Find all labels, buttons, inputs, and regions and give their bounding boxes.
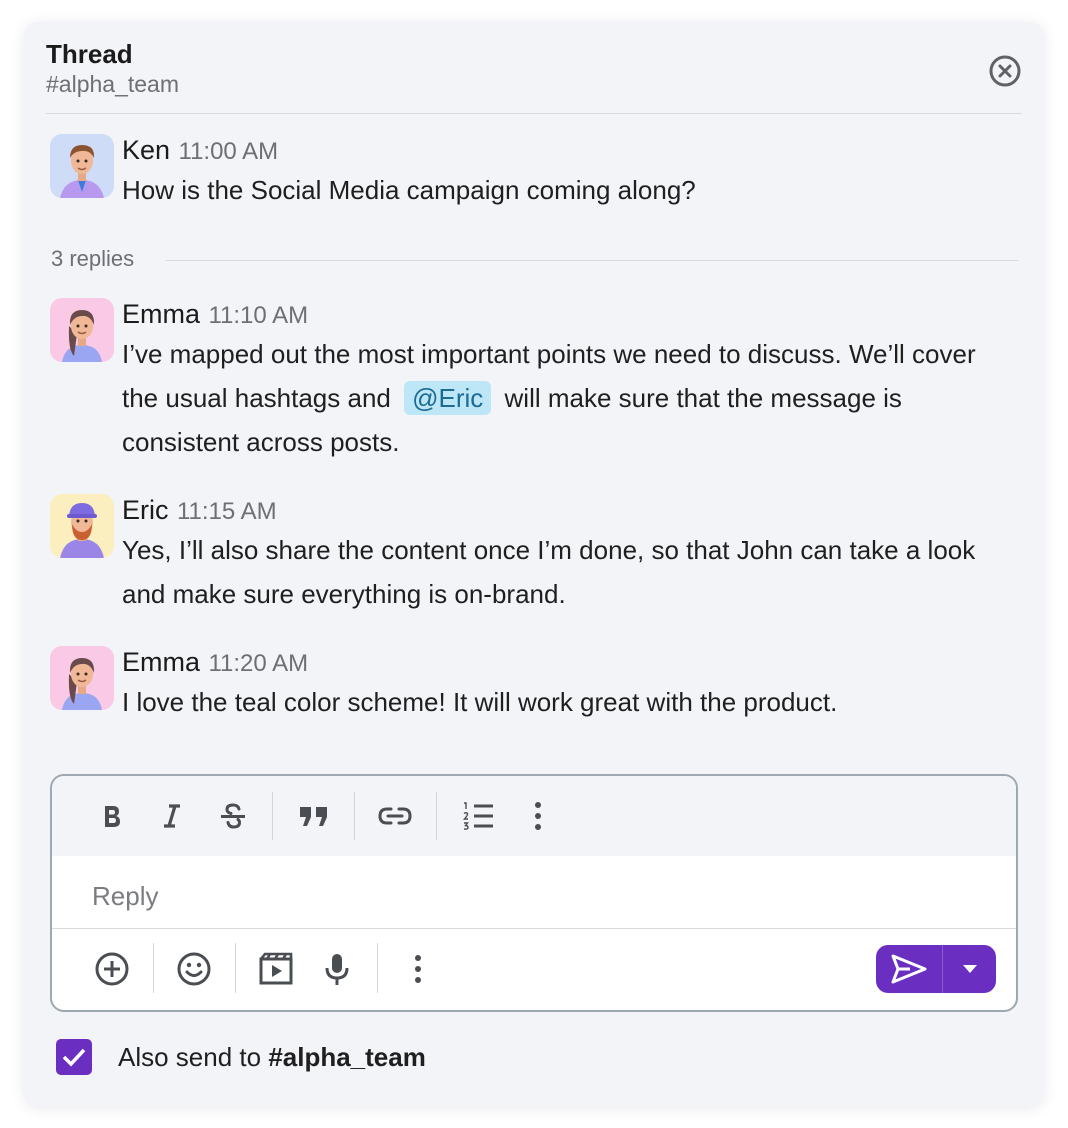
avatar-emma[interactable]	[50, 298, 114, 362]
video-clip-button[interactable]	[254, 947, 298, 991]
send-options-button[interactable]	[943, 945, 996, 993]
quote-icon	[300, 807, 327, 826]
author-name[interactable]: Emma	[122, 299, 200, 329]
close-button[interactable]	[988, 54, 1022, 88]
checkmark-icon	[62, 1048, 86, 1067]
voice-record-button[interactable]	[315, 947, 359, 991]
send-button[interactable]	[876, 945, 942, 993]
chevron-down-icon	[962, 965, 977, 973]
formatting-toolbar	[52, 776, 1016, 856]
avatar-eric[interactable]	[50, 494, 114, 558]
toolbar-separator	[354, 792, 355, 840]
parent-message: Ken 11:00 AM How is the Social Media cam…	[50, 134, 1010, 214]
message-text: How is the Social Media campaign coming …	[122, 175, 696, 205]
also-send-option: Also send to #alpha_team	[56, 1038, 426, 1076]
quote-button[interactable]	[292, 794, 336, 838]
thread-header: Thread #alpha_team	[46, 38, 1022, 114]
strikethrough-icon	[221, 803, 245, 829]
author-name[interactable]: Emma	[122, 647, 200, 677]
close-circle-icon	[989, 55, 1021, 87]
avatar-emma-image	[62, 310, 102, 362]
toolbar-separator	[272, 792, 273, 840]
avatar-emma[interactable]	[50, 646, 114, 710]
avatar-ken[interactable]	[50, 134, 114, 198]
reply-message: Emma 11:20 AM I love the teal color sche…	[50, 646, 1010, 728]
reply-message: Emma 11:10 AM I’ve mapped out the most i…	[50, 298, 1010, 468]
more-vertical-icon	[535, 802, 541, 830]
more-vertical-icon	[415, 955, 421, 983]
toolbar-separator	[235, 943, 236, 993]
also-send-label: Also send to #alpha_team	[118, 1042, 426, 1073]
message-text: Yes, I’ll also share the content once I’…	[122, 535, 976, 609]
send-button-group	[876, 945, 996, 993]
replies-divider: 3 replies	[51, 244, 1018, 274]
microphone-icon	[325, 954, 349, 985]
message-time: 11:10 AM	[208, 302, 309, 329]
author-name[interactable]: Ken	[122, 135, 170, 165]
replies-count: 3 replies	[51, 246, 135, 271]
bold-icon	[105, 806, 120, 827]
avatar-ken-image	[60, 145, 104, 198]
send-icon	[891, 954, 927, 984]
reply-message: Eric 11:15 AM Yes, I’ll also share the c…	[50, 494, 1010, 620]
message-time: 11:20 AM	[208, 650, 309, 677]
reply-composer	[50, 774, 1018, 1012]
numbered-list-icon	[462, 802, 493, 830]
thread-title: Thread	[46, 39, 133, 69]
bold-button[interactable]	[90, 794, 134, 838]
message-time: 11:00 AM	[178, 138, 279, 165]
italic-button[interactable]	[150, 794, 194, 838]
numbered-list-button[interactable]	[456, 794, 500, 838]
strikethrough-button[interactable]	[211, 794, 255, 838]
also-send-checkbox[interactable]	[56, 1039, 92, 1075]
emoji-button[interactable]	[172, 947, 216, 991]
avatar-emma-image	[62, 658, 102, 710]
message-text: I love the teal color scheme! It will wo…	[122, 687, 838, 717]
message-time: 11:15 AM	[176, 498, 277, 525]
toolbar-separator	[436, 792, 437, 840]
toolbar-separator	[377, 943, 378, 993]
avatar-eric-image	[60, 503, 104, 558]
more-formatting-button[interactable]	[516, 794, 560, 838]
author-name[interactable]: Eric	[122, 495, 169, 525]
divider-line	[166, 260, 1018, 261]
link-button[interactable]	[373, 794, 417, 838]
thread-channel: #alpha_team	[46, 71, 179, 97]
also-send-channel: #alpha_team	[268, 1041, 426, 1072]
link-icon	[378, 807, 412, 825]
add-attachment-button[interactable]	[90, 947, 134, 991]
add-circle-icon	[95, 952, 129, 986]
message-text: I’ve mapped out the most important point…	[122, 332, 1010, 464]
thread-panel: Thread #alpha_team Ken 11:00 AM How is t…	[24, 22, 1044, 1106]
italic-icon	[164, 804, 180, 828]
composer-actions	[52, 928, 1016, 1010]
toolbar-separator	[153, 943, 154, 993]
video-clip-icon	[259, 952, 293, 985]
reply-input[interactable]	[92, 876, 972, 916]
also-send-prefix: Also send to	[118, 1041, 269, 1072]
user-mention[interactable]: @Eric	[404, 381, 492, 415]
emoji-icon	[177, 952, 211, 986]
more-actions-button[interactable]	[396, 947, 440, 991]
